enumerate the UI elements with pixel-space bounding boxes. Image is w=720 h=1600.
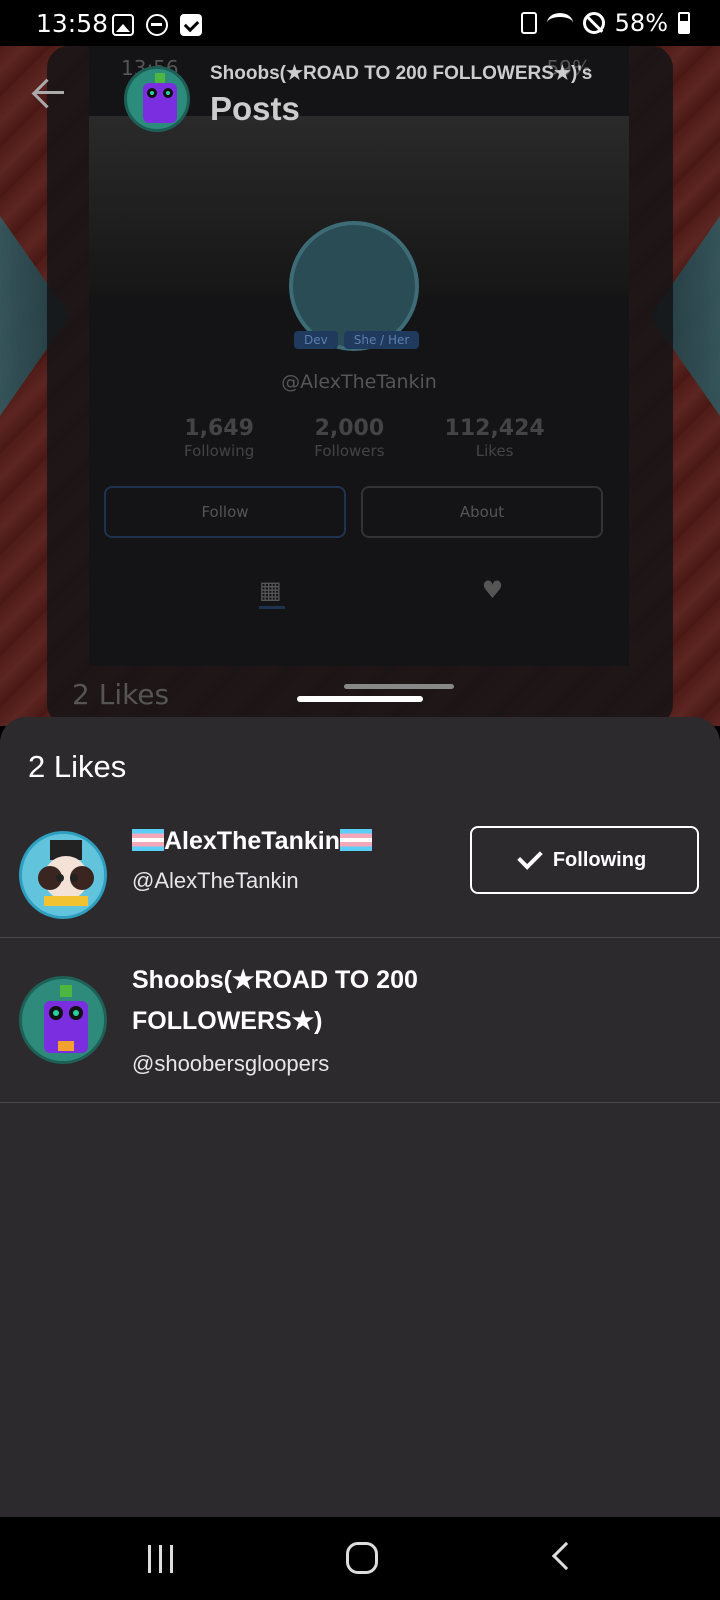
status-bar: 13:58 58% <box>0 0 720 46</box>
list-item[interactable]: Shoobs(★ROAD TO 200 FOLLOWERS★) @shoober… <box>0 938 720 1103</box>
preview-badges: Dev She / Her <box>294 331 420 349</box>
preview-badge: She / Her <box>343 331 420 349</box>
preview-stat: 1,649 Following <box>184 416 255 460</box>
preview-stat: 2,000 Followers <box>314 416 385 460</box>
preview-handle: @AlexTheTankin <box>281 371 437 393</box>
user-name: AlexTheTankin <box>132 821 372 862</box>
user-name: Shoobs(★ROAD TO 200 FOLLOWERS★) <box>132 966 418 1035</box>
avatar[interactable] <box>19 976 107 1064</box>
following-button[interactable]: Following <box>470 826 699 894</box>
preview-tab-indicator <box>259 606 285 609</box>
list-item[interactable]: AlexTheTankin @AlexTheTankin Following <box>0 813 720 938</box>
preview-handle-bar <box>344 684 454 689</box>
avatar[interactable] <box>19 831 107 919</box>
preview-about-button: About <box>361 486 603 538</box>
likes-bottom-sheet: 2 Likes AlexTheTankin @AlexTheTankin Fol… <box>0 717 720 1517</box>
recent-apps-icon[interactable] <box>148 1545 173 1573</box>
no-disturb-icon <box>582 12 605 34</box>
checkbox-icon <box>180 14 202 36</box>
gallery-icon <box>112 14 134 36</box>
user-handle: @AlexTheTankin <box>132 868 299 893</box>
home-icon[interactable] <box>346 1542 378 1574</box>
author-posts-subtitle: Shoobs(★ROAD TO 200 FOLLOWERS★)'s <box>210 63 593 84</box>
preview-stat: 112,424 Likes <box>444 416 545 460</box>
user-handle: @shoobersgloopers <box>132 1051 330 1076</box>
preview-tabs: ▦ ♥ <box>259 576 503 604</box>
notification-icons <box>112 14 202 36</box>
check-icon <box>517 844 543 870</box>
grid-icon: ▦ <box>259 576 282 604</box>
wifi-icon <box>546 13 573 33</box>
page-title: Posts <box>210 90 300 127</box>
system-icons: 58% <box>520 9 690 37</box>
battery-icon <box>678 12 690 34</box>
trans-flag-icon <box>132 829 164 851</box>
navigation-bar <box>0 1517 720 1600</box>
author-avatar[interactable] <box>124 66 190 132</box>
battery-percent: 58% <box>614 9 668 37</box>
preview-badge: Dev <box>294 331 338 349</box>
preview-likes-peek: 2 Likes <box>72 678 170 711</box>
posts-header: Shoobs(★ROAD TO 200 FOLLOWERS★)'s Posts <box>0 46 720 156</box>
back-arrow-icon[interactable] <box>30 76 66 112</box>
back-icon[interactable] <box>551 1541 581 1571</box>
preview-stats: 1,649 Following 2,000 Followers 112,424 Lik… <box>184 416 545 460</box>
alex-avatar-icon <box>22 834 104 916</box>
likes-title: 2 Likes <box>28 749 127 784</box>
purple-character-icon <box>143 73 177 123</box>
do-not-disturb-icon <box>146 14 168 36</box>
battery-saver-icon <box>520 12 537 34</box>
purple-character-icon <box>22 979 104 1061</box>
heart-icon: ♥ <box>481 576 504 604</box>
status-time: 13:58 <box>36 9 109 38</box>
sheet-drag-handle[interactable] <box>297 696 423 702</box>
trans-flag-icon <box>339 829 372 851</box>
following-label: Following <box>552 848 647 871</box>
preview-follow-button: Follow <box>104 486 346 538</box>
